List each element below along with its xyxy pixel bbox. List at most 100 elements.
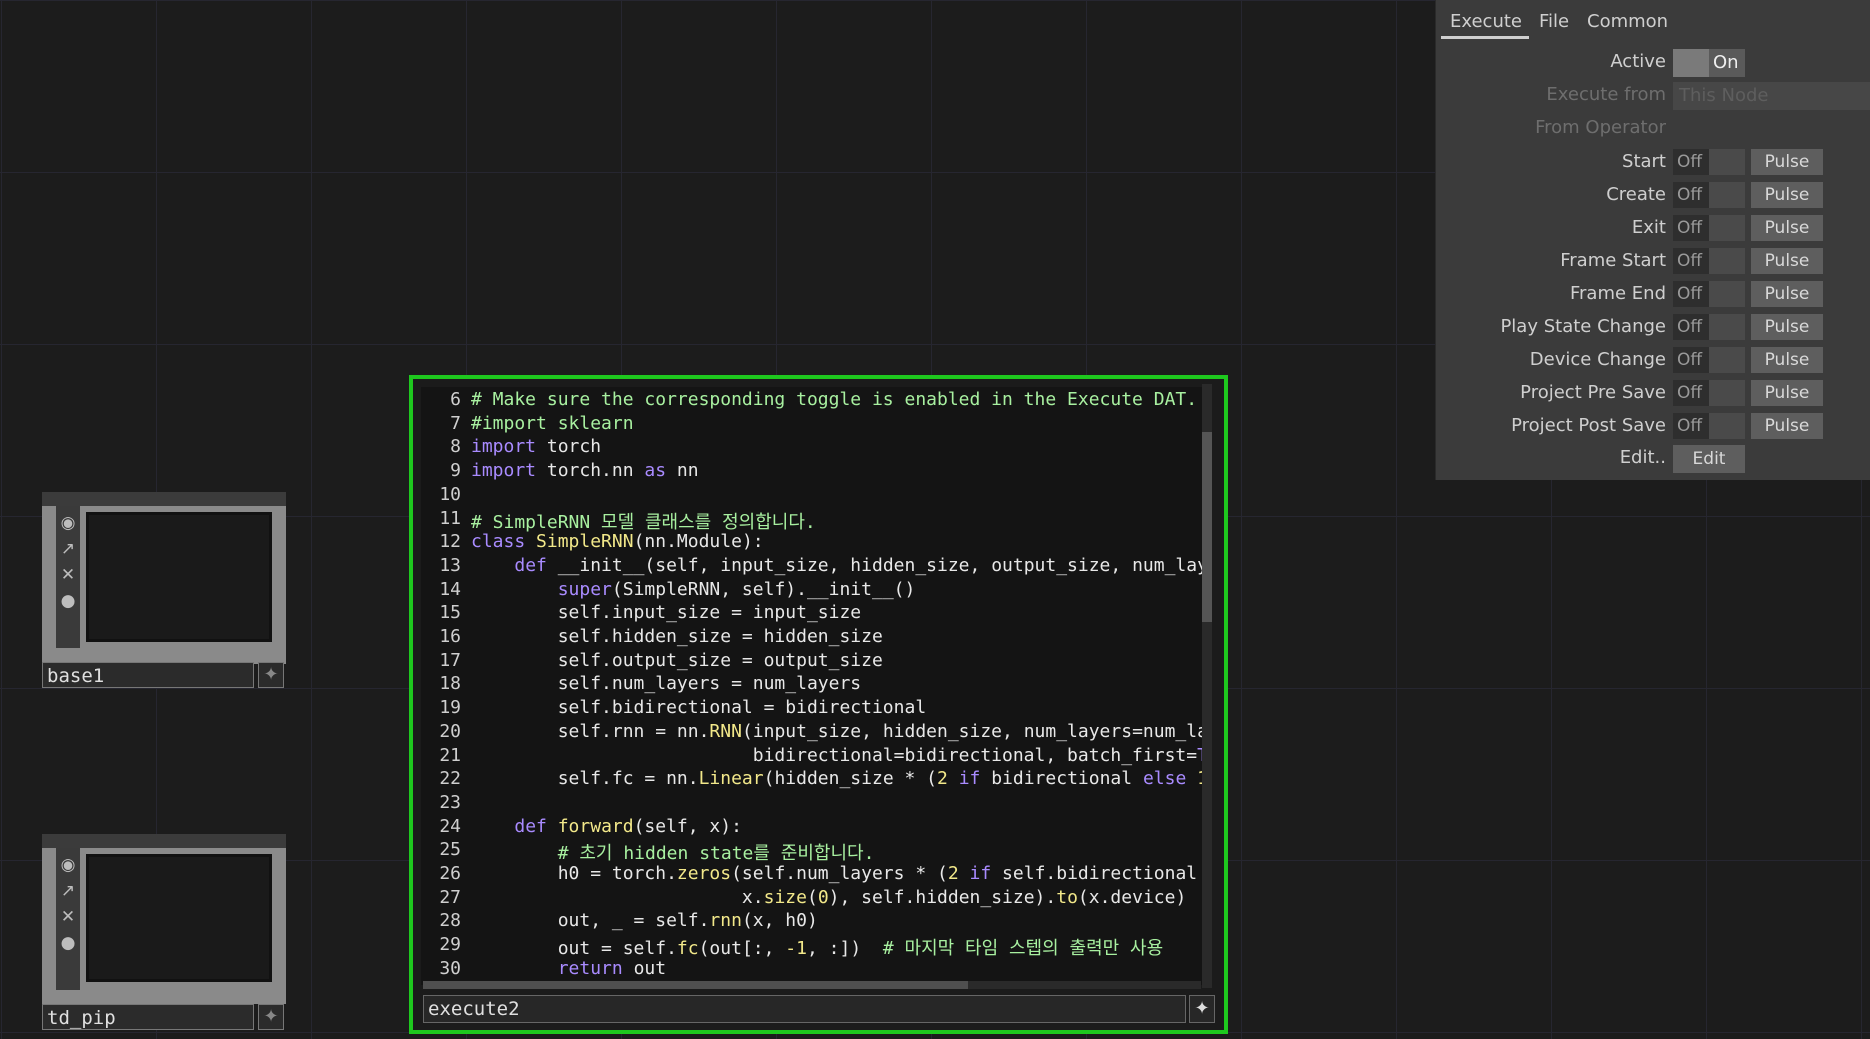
code-token: RNN [709, 720, 742, 742]
code-token: self.fc = nn. [471, 768, 699, 790]
line-number: 14 [439, 578, 461, 600]
code-token: torch [536, 436, 602, 458]
code-token: bidirectional [980, 768, 1143, 790]
code-token: (nn.Module): [633, 531, 764, 553]
code-token: #import sklearn [471, 412, 634, 434]
toggle-switch[interactable] [1709, 248, 1745, 274]
code-token: if [958, 768, 981, 790]
execute-from-menu[interactable]: This Node [1673, 82, 1870, 110]
bypass-icon[interactable]: ✕ [57, 562, 79, 588]
code-line: self.fc = nn.Linear(hidden_size * (2 if … [471, 768, 1211, 789]
toggle-switch[interactable] [1709, 281, 1745, 307]
line-number: 12 [439, 531, 461, 553]
toggle-state[interactable]: Off [1673, 215, 1709, 241]
edit-button[interactable]: Edit [1673, 445, 1745, 473]
dat-name[interactable]: execute2 [423, 995, 1186, 1023]
pulse-button[interactable]: Pulse [1751, 215, 1823, 241]
code-token: # SimpleRNN 모델 클래스를 정의합니다. [471, 511, 816, 533]
code-token: to [1056, 886, 1078, 908]
code-token: zeros [676, 863, 732, 884]
code-line: out = self.fc(out[:, -1, :]) # 마지막 타임 스텝… [471, 934, 1163, 960]
toggle-state[interactable]: Off [1673, 347, 1709, 373]
code-token: nn [666, 460, 699, 482]
code-token: out, _ = self. [471, 910, 710, 932]
code-token: out = self. [471, 938, 677, 960]
code-token: import [471, 460, 537, 482]
toggle-switch[interactable] [1709, 182, 1745, 208]
node-add-button[interactable]: ✦ [258, 1004, 284, 1030]
horizontal-scroll-thumb[interactable] [423, 981, 968, 989]
node-name[interactable]: td_pip [42, 1004, 254, 1030]
line-number: 17 [439, 649, 461, 671]
node-base1[interactable]: ◉ ↗ ✕ ● base1 ✦ [42, 492, 286, 688]
toggle-switch[interactable] [1709, 215, 1745, 241]
lock-icon[interactable]: ● [57, 930, 79, 956]
pulse-button[interactable]: Pulse [1751, 314, 1823, 340]
toggle-switch[interactable] [1709, 413, 1745, 439]
toggle-switch[interactable] [1709, 314, 1745, 340]
toggle-state[interactable]: Off [1673, 149, 1709, 175]
toggle-state[interactable]: Off [1673, 248, 1709, 274]
vertical-scroll-thumb[interactable] [1202, 432, 1212, 622]
node-viewer[interactable] [86, 512, 272, 642]
toggle-state[interactable]: Off [1673, 314, 1709, 340]
toggle-switch[interactable] [1709, 149, 1745, 175]
line-number: 21 [439, 744, 461, 766]
pulse-button[interactable]: Pulse [1751, 281, 1823, 307]
code-token: # 마지막 타임 스텝의 출력만 사용 [882, 938, 1164, 960]
pulse-button[interactable]: Pulse [1751, 149, 1823, 175]
toggle-switch[interactable] [1709, 347, 1745, 373]
tab-common[interactable]: Common [1587, 10, 1668, 36]
node-viewer[interactable] [86, 854, 272, 982]
active-toggle[interactable]: On [1673, 49, 1745, 77]
bypass-icon[interactable]: ✕ [57, 904, 79, 930]
toggle-state[interactable]: Off [1673, 380, 1709, 406]
toggle-state[interactable]: Off [1673, 281, 1709, 307]
code-line: import torch [471, 436, 601, 457]
display-icon[interactable]: ↗ [57, 878, 79, 904]
tab-execute[interactable]: Execute [1450, 10, 1522, 36]
pulse-button[interactable]: Pulse [1751, 413, 1823, 439]
tab-file[interactable]: File [1539, 10, 1569, 36]
node-td-pip[interactable]: ◉ ↗ ✕ ● td_pip ✦ [42, 834, 286, 1034]
execute-dat-node[interactable]: 6 # Make sure the corresponding toggle is… [409, 375, 1228, 1034]
pulse-button[interactable]: Pulse [1751, 248, 1823, 274]
code-token: h0 = torch. [471, 863, 677, 884]
toggle-state[interactable]: Off [1673, 182, 1709, 208]
param-label: Start [1622, 151, 1666, 172]
code-line: self.bidirectional = bidirectional [471, 697, 926, 718]
toggle-state[interactable]: Off [1673, 413, 1709, 439]
code-token: import [471, 436, 537, 458]
code-line: self.input_size = input_size [471, 602, 861, 623]
display-icon[interactable]: ↗ [57, 536, 79, 562]
pulse-button[interactable]: Pulse [1751, 182, 1823, 208]
code-token: SimpleRNN [536, 531, 634, 553]
code-token: (x, h0) [741, 910, 818, 932]
param-from-operator-label: From Operator [1535, 117, 1666, 138]
node-add-button[interactable]: ✦ [258, 662, 284, 688]
horizontal-scrollbar[interactable] [423, 981, 1201, 989]
vertical-scrollbar[interactable] [1202, 384, 1212, 988]
param-label: Play State Change [1500, 316, 1666, 337]
viewer-icon[interactable]: ◉ [57, 852, 79, 878]
viewer-icon[interactable]: ◉ [57, 510, 79, 536]
line-number: 22 [439, 768, 461, 790]
code-line: class SimpleRNN(nn.Module): [471, 531, 764, 552]
code-token: 0 [817, 886, 829, 908]
pulse-button[interactable]: Pulse [1751, 380, 1823, 406]
pulse-button[interactable]: Pulse [1751, 347, 1823, 373]
code-line: # Make sure the corresponding toggle is … [471, 389, 1197, 410]
lock-icon[interactable]: ● [57, 588, 79, 614]
dat-add-button[interactable]: ✦ [1189, 995, 1215, 1023]
code-token: # 초기 hidden state를 준비합니다. [557, 843, 875, 865]
code-token: rnn [709, 910, 742, 932]
code-token: (hidden_size * ( [763, 768, 937, 790]
node-toolbar: ◉ ↗ ✕ ● [56, 506, 80, 648]
code-editor[interactable]: 6 # Make sure the corresponding toggle is… [421, 387, 1211, 985]
toggle-switch[interactable] [1709, 380, 1745, 406]
node-name[interactable]: base1 [42, 662, 254, 688]
